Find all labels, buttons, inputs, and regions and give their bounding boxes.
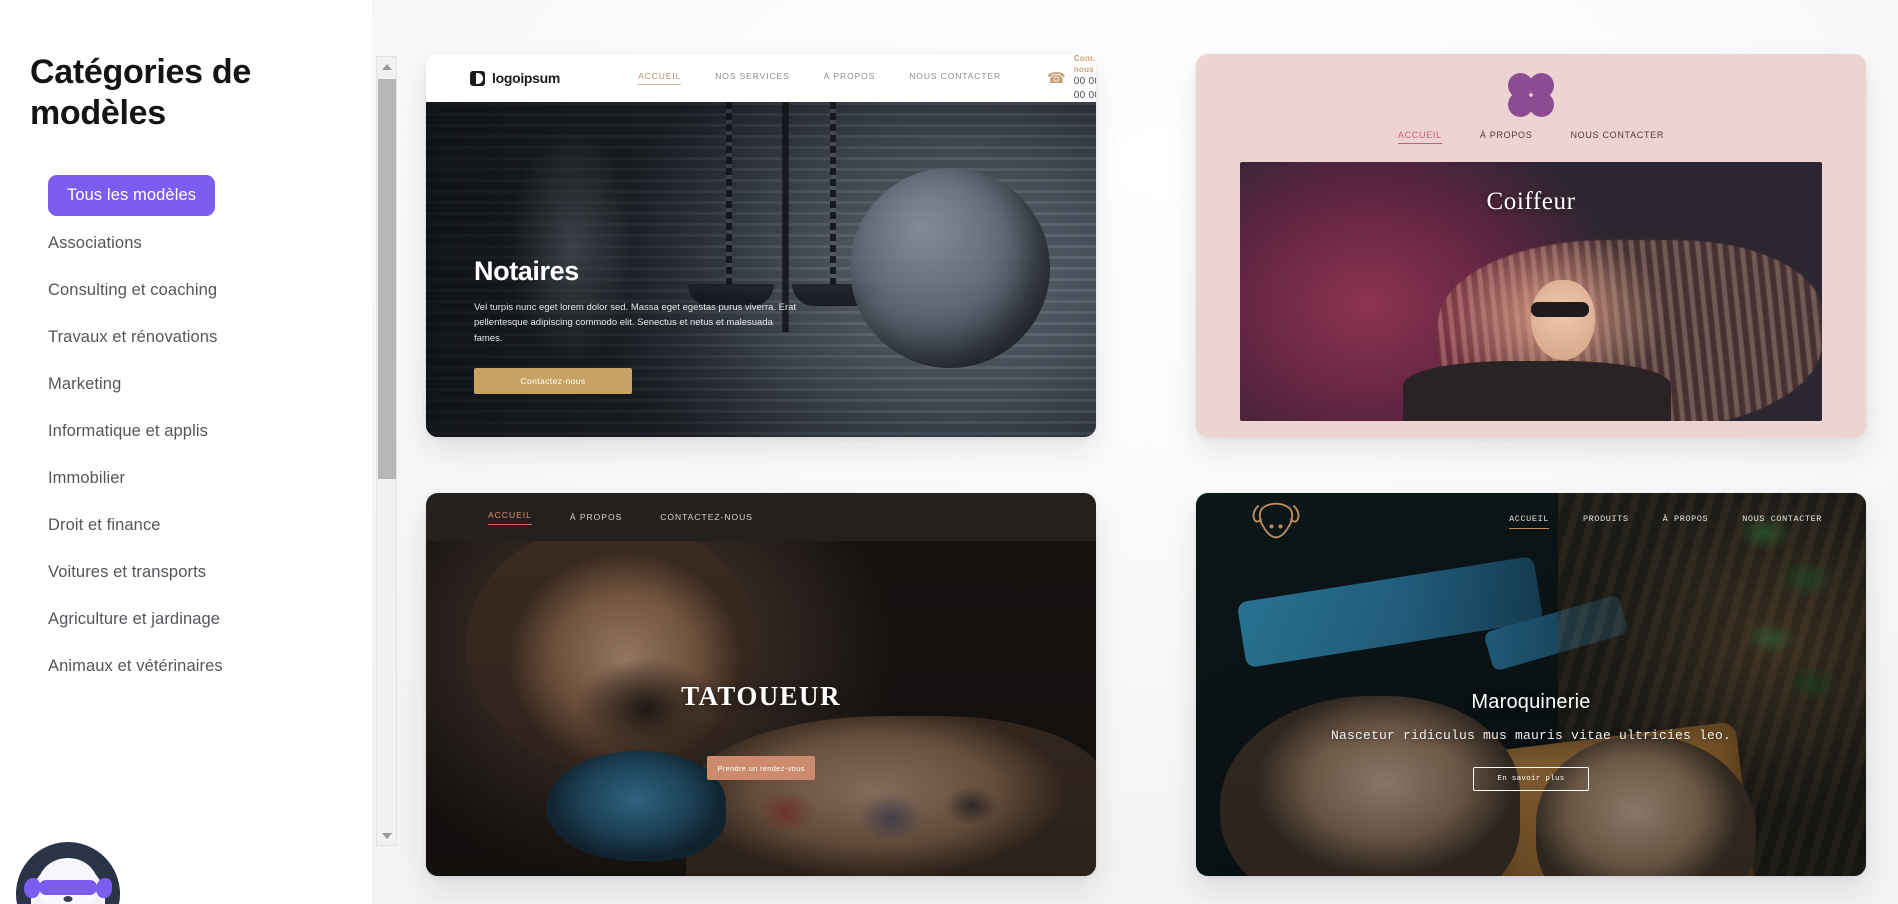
nav-a-propos[interactable]: À PROPOS bbox=[824, 71, 876, 85]
sidebar-item-associations[interactable]: Associations bbox=[30, 220, 372, 267]
tatoueur-hero-copy: TATOUEUR Prendre un rendez-vous bbox=[426, 681, 1096, 780]
coiffeur-heading: Coiffeur bbox=[1486, 188, 1576, 215]
sidebar-item-marketing[interactable]: Marketing bbox=[30, 361, 372, 408]
coiffeur-header: ACCUEIL À PROPOS NOUS CONTACTER bbox=[1196, 54, 1866, 162]
notaires-navbar: logoipsum ACCUEIL NOS SERVICES À PROPOS … bbox=[426, 54, 1096, 102]
bull-head-logo-icon bbox=[1252, 502, 1300, 539]
template-row-2: ACCUEIL À PROPOS CONTACTEZ-NOUS TATOUEUR… bbox=[426, 493, 1866, 876]
maroquinerie-header: ACCUEIL PRODUITS À PROPOS NOUS CONTACTER bbox=[1196, 493, 1866, 549]
nav-contactez-nous[interactable]: CONTACTEZ-NOUS bbox=[660, 512, 753, 522]
sidebar-item-immobilier[interactable]: Immobilier bbox=[30, 455, 372, 502]
template-card-notaires[interactable]: logoipsum ACCUEIL NOS SERVICES À PROPOS … bbox=[426, 54, 1096, 437]
model-shoulders bbox=[1402, 361, 1671, 421]
phone-icon: ☎ bbox=[1047, 70, 1066, 87]
template-card-coiffeur[interactable]: ACCUEIL À PROPOS NOUS CONTACTER Coiffeur bbox=[1196, 54, 1866, 437]
sidebar-item-agriculture[interactable]: Agriculture et jardinage bbox=[30, 596, 372, 643]
nav-produits[interactable]: PRODUITS bbox=[1583, 514, 1629, 529]
contact-phone-number: 00 00 00 00 00 bbox=[1073, 76, 1096, 101]
nav-a-propos[interactable]: À PROPOS bbox=[570, 512, 622, 522]
sidebar-item-voitures[interactable]: Voitures et transports bbox=[30, 549, 372, 596]
mascot-ear-right bbox=[96, 878, 112, 898]
nav-a-propos[interactable]: À PROPOS bbox=[1480, 130, 1533, 144]
notaires-body-text: Vel turpis nunc eget lorem dolor sed. Ma… bbox=[474, 302, 797, 344]
coiffeur-nav: ACCUEIL À PROPOS NOUS CONTACTER bbox=[1397, 130, 1664, 144]
contact-label: Contactez-nous bbox=[1073, 54, 1096, 74]
notaires-heading: Notaires bbox=[474, 256, 579, 286]
nav-nous-contacter[interactable]: NOUS CONTACTER bbox=[1742, 514, 1822, 529]
notaires-nav: ACCUEIL NOS SERVICES À PROPOS NOUS CONTA… bbox=[638, 71, 1001, 85]
mascot-glasses bbox=[39, 880, 97, 895]
template-categories-sidebar: Catégories de modèles Tous les modèles A… bbox=[0, 0, 372, 904]
vertical-scrollbar[interactable] bbox=[376, 56, 397, 846]
model-face bbox=[1531, 280, 1595, 360]
nav-nos-services[interactable]: NOS SERVICES bbox=[715, 71, 789, 85]
nav-a-propos[interactable]: À PROPOS bbox=[1663, 514, 1709, 529]
nav-accueil[interactable]: ACCUEIL bbox=[1397, 130, 1442, 144]
maroquinerie-hero bbox=[1196, 493, 1866, 876]
logoipsum-mark-icon bbox=[470, 70, 485, 86]
logoipsum-logo: logoipsum bbox=[470, 70, 560, 86]
sidebar-item-informatique[interactable]: Informatique et applis bbox=[30, 408, 372, 455]
notaires-contact-block[interactable]: ☎ Contactez-nous 00 00 00 00 00 bbox=[1047, 54, 1096, 102]
notaires-hero: Notaires Vel turpis nunc eget lorem dolo… bbox=[426, 102, 1096, 437]
nav-accueil[interactable]: ACCUEIL bbox=[638, 71, 682, 85]
tatoueur-hero: TATOUEUR Prendre un rendez-vous bbox=[426, 541, 1096, 876]
notaires-hero-copy: Notaires Vel turpis nunc eget lorem dolo… bbox=[474, 256, 804, 395]
sidebar-item-consulting[interactable]: Consulting et coaching bbox=[30, 267, 372, 314]
maroquinerie-cta-button[interactable]: En savoir plus bbox=[1473, 767, 1589, 791]
template-card-tatoueur[interactable]: ACCUEIL À PROPOS CONTACTEZ-NOUS TATOUEUR… bbox=[426, 493, 1096, 876]
maroquinerie-heading: Maroquinerie bbox=[1471, 691, 1591, 713]
coiffeur-hero: Coiffeur bbox=[1240, 162, 1822, 421]
maroquinerie-hero-copy: Maroquinerie Nascetur ridiculus mus maur… bbox=[1196, 691, 1866, 791]
nav-accueil[interactable]: ACCUEIL bbox=[1509, 514, 1549, 529]
sunglasses-icon bbox=[1531, 302, 1589, 317]
nav-accueil[interactable]: ACCUEIL bbox=[488, 510, 532, 525]
tatoueur-nav: ACCUEIL À PROPOS CONTACTEZ-NOUS bbox=[426, 493, 1096, 541]
category-filter-all[interactable]: Tous les modèles bbox=[48, 174, 216, 216]
logoipsum-wordmark: logoipsum bbox=[492, 70, 561, 86]
scroll-up-arrow-icon[interactable] bbox=[377, 57, 396, 76]
yeti-mascot-icon[interactable] bbox=[16, 842, 120, 904]
nav-nous-contacter[interactable]: NOUS CONTACTER bbox=[909, 71, 1001, 85]
template-grid: logoipsum ACCUEIL NOS SERVICES À PROPOS … bbox=[426, 54, 1866, 876]
maroquinerie-nav: ACCUEIL PRODUITS À PROPOS NOUS CONTACTER bbox=[1509, 514, 1822, 529]
scroll-down-arrow-icon[interactable] bbox=[377, 826, 396, 845]
tatoueur-cta-button[interactable]: Prendre un rendez-vous bbox=[707, 756, 815, 780]
template-row-1: logoipsum ACCUEIL NOS SERVICES À PROPOS … bbox=[426, 54, 1866, 437]
template-card-maroquinerie[interactable]: ACCUEIL PRODUITS À PROPOS NOUS CONTACTER… bbox=[1196, 493, 1866, 876]
notaires-cta-button[interactable]: Contactez-nous bbox=[474, 368, 632, 395]
sidebar-item-animaux[interactable]: Animaux et vétérinaires bbox=[30, 643, 372, 690]
nav-nous-contacter[interactable]: NOUS CONTACTER bbox=[1570, 130, 1664, 144]
scrollbar-thumb[interactable] bbox=[378, 79, 396, 479]
category-list: Tous les modèles Associations Consulting… bbox=[30, 174, 372, 690]
sidebar-item-droit-finance[interactable]: Droit et finance bbox=[30, 502, 372, 549]
mascot-ear-left bbox=[24, 878, 40, 898]
sidebar-item-travaux[interactable]: Travaux et rénovations bbox=[30, 314, 372, 361]
tatoueur-heading: TATOUEUR bbox=[681, 681, 841, 711]
flower-logo-icon bbox=[1502, 67, 1560, 122]
hero-overlay bbox=[1196, 493, 1866, 876]
page-title: Catégories de modèles bbox=[30, 53, 251, 133]
maroquinerie-body-text: Nascetur ridiculus mus mauris vitae ultr… bbox=[1330, 728, 1732, 743]
